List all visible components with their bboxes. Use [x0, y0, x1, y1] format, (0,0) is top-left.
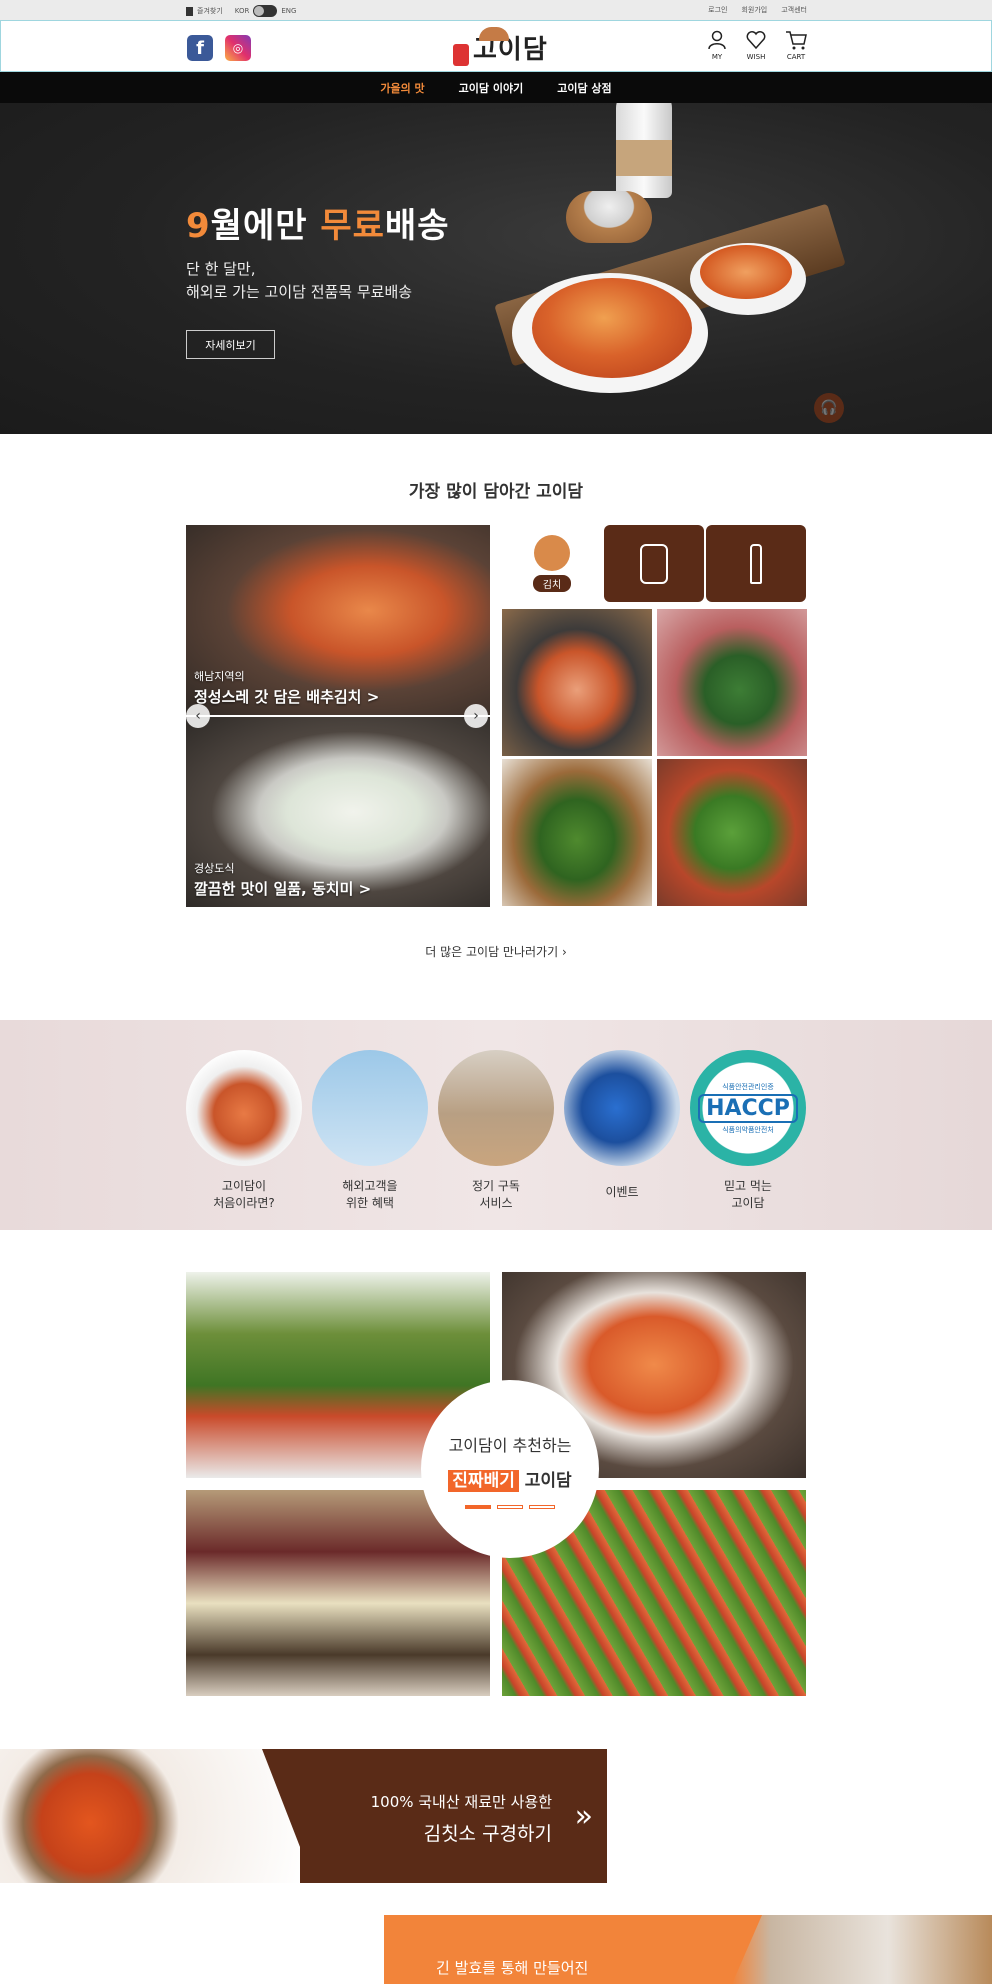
featured-dongchimi[interactable]: 경상도식 깔끔한 맛이 일품, 동치미 > — [186, 717, 490, 907]
kimchi-bowl-image — [186, 1050, 302, 1166]
service-event[interactable]: 이벤트 — [564, 1050, 680, 1201]
my-label: MY — [711, 53, 723, 61]
service-label: 고이담이 처음이라면? — [213, 1179, 275, 1210]
pagination-dot[interactable] — [465, 1505, 491, 1509]
utility-bar: 즐겨찾기 KOR ENG 로그인 회원가입 고객센터 — [0, 0, 992, 20]
my-page-button[interactable]: MY — [697, 30, 737, 61]
user-icon — [708, 30, 726, 50]
carousel-prev-button[interactable]: ‹ — [186, 704, 210, 728]
kimchiso-line-1: 100% 국내산 재료만 사용한 — [370, 1793, 552, 1811]
product-thumb-2[interactable] — [657, 609, 807, 756]
kimchiso-line-2: 김칫소 구경하기 — [423, 1823, 552, 1845]
recommend-pagination — [421, 1505, 599, 1509]
site-header: f ◎ 고이담 MY WISH CART — [0, 20, 992, 72]
category-tab-liquor[interactable] — [706, 525, 806, 602]
customer-center-link[interactable]: 고객센터 — [781, 5, 807, 15]
bottle-icon — [750, 543, 762, 584]
services-band: 고이담이 처음이라면? 해외고객을 위한 혜택 정기 구독 서비스 이벤트 식품안전관… — [0, 1020, 992, 1230]
carousel-next-button[interactable]: › — [464, 704, 488, 728]
product-thumb-4[interactable] — [657, 759, 807, 906]
product-thumb-1[interactable] — [502, 609, 652, 756]
wish-button[interactable]: WISH — [736, 30, 776, 61]
nav-item-story[interactable]: 고이담 이야기 — [459, 80, 524, 96]
utility-links: 로그인 회원가입 고객센터 — [708, 5, 807, 15]
hero-detail-button[interactable]: 자세히보기 — [186, 330, 275, 359]
double-chevron-right-icon: » — [574, 1799, 593, 1834]
service-label: 정기 구독 서비스 — [472, 1179, 520, 1210]
lang-kor[interactable]: KOR — [235, 7, 250, 15]
cart-icon — [786, 31, 807, 50]
fermentation-image — [732, 1915, 992, 1984]
recommend-line-2: 진짜배기 고이담 — [421, 1466, 599, 1492]
side-kimchi-image — [700, 245, 792, 299]
hero-banner: 9월에만 무료배송 단 한 달만, 해외로 가는 고이담 전품목 무료배송 자세… — [0, 103, 992, 434]
utility-left: 즐겨찾기 KOR ENG — [186, 5, 296, 17]
cabbage-kimchi-image — [532, 278, 692, 378]
main-nav: 가을의 맛 고이담 이야기 고이담 상점 — [0, 72, 992, 103]
salt-bowl-image — [566, 191, 652, 243]
cart-button[interactable]: CART — [776, 30, 816, 61]
fermentation-banner[interactable]: 긴 발효를 통해 만들어진 — [384, 1915, 992, 1984]
nav-item-shop[interactable]: 고이담 상점 — [557, 80, 611, 96]
red-pepper-powder-image — [0, 1749, 300, 1883]
more-products-link[interactable]: 더 많은 고이담 만나러가기 › — [0, 943, 992, 960]
recommend-badge: 고이담이 추천하는 진짜배기 고이담 — [421, 1380, 599, 1558]
lang-eng[interactable]: ENG — [281, 7, 296, 15]
best-section-title: 가장 많이 담아간 고이담 — [408, 482, 584, 502]
cart-label: CART — [786, 53, 806, 61]
service-label: 이벤트 — [605, 1185, 639, 1199]
instagram-icon[interactable]: ◎ — [225, 35, 251, 61]
category-tab-sauce[interactable] — [604, 525, 704, 602]
nav-item-autumn[interactable]: 가을의 맛 — [380, 80, 424, 96]
balloon-image — [564, 1050, 680, 1166]
logo-hat-icon — [479, 27, 509, 41]
delivery-box-image — [438, 1050, 554, 1166]
facebook-icon[interactable]: f — [187, 35, 213, 61]
hero-subtitle: 단 한 달만, 해외로 가는 고이담 전품목 무료배송 — [186, 260, 413, 301]
category-label-kimchi: 김치 — [532, 575, 572, 592]
feature-caption-2: 경상도식 깔끔한 맛이 일품, 동치미 > — [194, 862, 372, 898]
bookmark-link[interactable]: 즐겨찾기 — [197, 6, 223, 16]
fermentation-text: 긴 발효를 통해 만들어진 — [436, 1959, 589, 1977]
chevron-right-icon: › — [561, 945, 567, 959]
language-toggle[interactable] — [253, 5, 278, 17]
airplane-image — [312, 1050, 428, 1166]
haccp-badge: 식품안전관리인증 HACCP 식품의약품안전처 — [690, 1050, 806, 1166]
product-thumb-3[interactable] — [502, 759, 652, 906]
feature-caption-1: 해남지역의 정성스레 갓 담은 배추김치 > — [194, 670, 380, 706]
kimchiso-banner[interactable]: 100% 국내산 재료만 사용한 김칫소 구경하기 » — [0, 1749, 607, 1883]
service-first-visit[interactable]: 고이담이 처음이라면? — [186, 1050, 302, 1212]
recommend-line-1: 고이담이 추천하는 — [448, 1436, 572, 1455]
cabbage-icon — [534, 535, 570, 571]
service-label: 해외고객을 위한 혜택 — [342, 1179, 398, 1210]
logo-seal-icon — [453, 44, 469, 66]
service-trust[interactable]: 식품안전관리인증 HACCP 식품의약품안전처 믿고 먹는 고이담 — [690, 1050, 806, 1212]
makgeolli-bottle-image — [616, 103, 672, 198]
signup-link[interactable]: 회원가입 — [741, 5, 767, 15]
wish-label: WISH — [746, 53, 766, 61]
service-overseas[interactable]: 해외고객을 위한 혜택 — [312, 1050, 428, 1212]
hero-title: 9월에만 무료배송 — [186, 206, 450, 246]
service-label: 믿고 먹는 고이담 — [724, 1179, 772, 1210]
category-tab-kimchi[interactable]: 김치 — [502, 525, 602, 602]
pagination-dot[interactable] — [497, 1505, 523, 1509]
jar-icon — [640, 543, 668, 584]
heart-icon — [746, 31, 766, 50]
pagination-dot[interactable] — [529, 1505, 555, 1509]
site-logo[interactable]: 고이담 — [453, 27, 548, 66]
service-subscription[interactable]: 정기 구독 서비스 — [438, 1050, 554, 1212]
headset-icon[interactable]: 🎧 — [814, 393, 844, 423]
bookmark-icon[interactable] — [186, 6, 193, 16]
login-link[interactable]: 로그인 — [708, 5, 727, 15]
featured-cabbage-kimchi[interactable]: 해남지역의 정성스레 갓 담은 배추김치 > — [186, 525, 490, 715]
